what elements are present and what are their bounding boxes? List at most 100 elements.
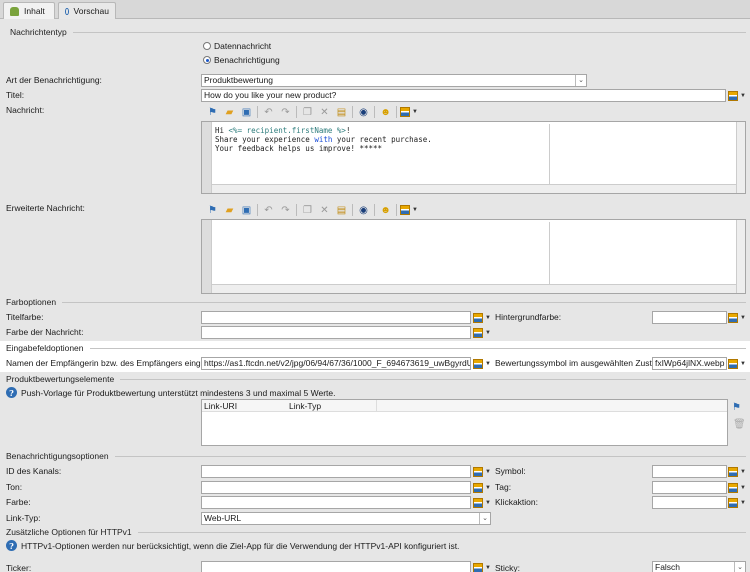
ticker-label: Ticker:: [6, 563, 32, 572]
sticky-select[interactable]: Falsch ⌄: [652, 561, 746, 572]
emoji-icon[interactable]: ☻: [377, 202, 394, 218]
android-icon: [10, 6, 19, 16]
bewertungssymbol-input[interactable]: fxIWp64jlNX.webp: [652, 357, 727, 370]
delete-icon[interactable]: 🗑: [733, 419, 746, 430]
toolbar-separator: [257, 204, 258, 216]
toolbar-separator: [296, 204, 297, 216]
expression-editor-icon[interactable]: ▼: [728, 481, 748, 494]
info-icon: ?: [6, 387, 17, 398]
redo-icon[interactable]: ↷: [277, 202, 294, 218]
expression-editor-icon[interactable]: ▼: [473, 326, 493, 339]
linktyp-select[interactable]: Web-URL ⌄: [201, 512, 491, 525]
linktyp-label: Link-Typ:: [6, 513, 41, 523]
undo-icon[interactable]: ↶: [260, 202, 277, 218]
expression-editor-icon[interactable]: ▼: [728, 311, 748, 324]
expression-editor-icon[interactable]: ▼: [473, 357, 493, 370]
radio-benachrichtigung[interactable]: Benachrichtigung: [203, 55, 280, 65]
empfaenger-label: Namen der Empfängerin bzw. des Empfänger…: [6, 358, 222, 368]
paste-icon[interactable]: ▤: [333, 104, 350, 120]
klickaktion-label: Klickaktion:: [495, 497, 538, 507]
message-code[interactable]: Hi <%= recipient.firstName %>! Share you…: [215, 126, 432, 153]
link-table[interactable]: Link-URI Link-Typ: [201, 399, 728, 446]
titel-input[interactable]: How do you like your new product?: [201, 89, 726, 102]
find-icon[interactable]: ◉: [355, 202, 372, 218]
editor-margin-line: [549, 124, 550, 184]
tab-vorschau[interactable]: Vorschau: [58, 2, 116, 19]
personalization-icon[interactable]: ⚑: [204, 104, 221, 120]
personalization-icon[interactable]: ⚑: [204, 202, 221, 218]
erweitert-editor[interactable]: [201, 219, 746, 294]
expression-editor-icon[interactable]: ▼: [728, 357, 748, 370]
toolbar-separator: [374, 106, 375, 118]
copy-icon[interactable]: ❐: [299, 104, 316, 120]
ton-input[interactable]: [201, 481, 471, 494]
toolbar-separator: [296, 106, 297, 118]
paste-icon[interactable]: ▤: [333, 202, 350, 218]
table-header: Link-URI Link-Typ: [202, 400, 727, 412]
expression-editor-icon[interactable]: ▼: [473, 311, 493, 324]
add-icon[interactable]: ⚑: [732, 402, 741, 413]
expression-editor-icon[interactable]: ▼: [473, 481, 493, 494]
titelfarbe-input[interactable]: [201, 311, 471, 324]
expression-editor-icon[interactable]: ▼: [473, 496, 493, 509]
ton-label: Ton:: [6, 482, 23, 492]
find-icon[interactable]: ◉: [355, 104, 372, 120]
radio-circle-checked[interactable]: [203, 56, 211, 64]
section-produktbewertungselemente: Produktbewertungselemente: [6, 374, 746, 384]
farbe-input[interactable]: [201, 496, 471, 509]
expression-editor-icon[interactable]: ▼: [399, 104, 419, 120]
kanal-input[interactable]: [201, 465, 471, 478]
cut-icon[interactable]: ✕: [316, 104, 333, 120]
sticky-label: Sticky:: [495, 563, 521, 572]
expression-editor-icon[interactable]: ▼: [399, 202, 419, 218]
hintergrundfarbe-label: Hintergrundfarbe:: [495, 312, 562, 322]
erweitert-toolbar: ⚑ ▰ ▣ ↶ ↷ ❐ ✕ ▤ ◉ ☻ ▼: [204, 202, 419, 218]
nachricht-label: Nachricht:: [6, 105, 45, 115]
symbol-input[interactable]: [652, 465, 727, 478]
editor-gutter: [202, 220, 212, 293]
expression-editor-icon[interactable]: ▼: [728, 465, 748, 478]
open-folder-icon[interactable]: ▰: [221, 202, 238, 218]
art-select[interactable]: Produktbewertung ⌄: [201, 74, 587, 87]
http-info: ? HTTPv1-Optionen werden nur berücksicht…: [6, 540, 459, 551]
redo-icon[interactable]: ↷: [277, 104, 294, 120]
save-icon[interactable]: ▣: [238, 104, 255, 120]
emoji-icon[interactable]: ☻: [377, 104, 394, 120]
expression-editor-icon[interactable]: ▼: [473, 561, 493, 572]
tag-input[interactable]: [652, 481, 727, 494]
radio-circle[interactable]: [203, 42, 211, 50]
save-icon[interactable]: ▣: [238, 202, 255, 218]
expression-editor-icon[interactable]: ▼: [473, 465, 493, 478]
farbe-nachricht-input[interactable]: [201, 326, 471, 339]
bewertungssymbol-label: Bewertungssymbol im ausgewählten Zustand…: [495, 358, 669, 368]
horizontal-scrollbar[interactable]: [212, 284, 736, 293]
vertical-scrollbar[interactable]: [736, 220, 745, 293]
chevron-down-icon[interactable]: ⌄: [734, 562, 745, 572]
erweitert-label: Erweiterte Nachricht:: [6, 203, 85, 213]
tab-inhalt[interactable]: Inhalt: [3, 2, 55, 19]
section-nachrichtentyp: Nachrichtentyp: [10, 27, 746, 37]
section-http: Zusätzliche Optionen für HTTPv1: [6, 527, 746, 537]
open-folder-icon[interactable]: ▰: [221, 104, 238, 120]
chevron-down-icon[interactable]: ⌄: [479, 513, 490, 524]
nachricht-editor[interactable]: Hi <%= recipient.firstName %>! Share you…: [201, 121, 746, 194]
eye-icon: [65, 7, 69, 15]
radio-datennachricht[interactable]: Datennachricht: [203, 41, 271, 51]
copy-icon[interactable]: ❐: [299, 202, 316, 218]
art-label: Art der Benachrichtigung:: [6, 75, 102, 85]
expression-editor-icon[interactable]: ▼: [728, 496, 748, 509]
vertical-scrollbar[interactable]: [736, 122, 745, 193]
ticker-input[interactable]: [201, 561, 471, 572]
toolbar-separator: [396, 106, 397, 118]
cut-icon[interactable]: ✕: [316, 202, 333, 218]
horizontal-scrollbar[interactable]: [212, 184, 736, 193]
nachricht-toolbar: ⚑ ▰ ▣ ↶ ↷ ❐ ✕ ▤ ◉ ☻ ▼: [204, 104, 419, 120]
expression-editor-icon[interactable]: ▼: [728, 89, 748, 102]
klickaktion-input[interactable]: [652, 496, 727, 509]
section-benachrichtigungsoptionen: Benachrichtigungsoptionen: [6, 451, 746, 461]
hintergrundfarbe-input[interactable]: [652, 311, 727, 324]
chevron-down-icon[interactable]: ⌄: [575, 75, 586, 86]
undo-icon[interactable]: ↶: [260, 104, 277, 120]
empfaenger-input[interactable]: https://as1.ftcdn.net/v2/jpg/06/94/67/36…: [201, 357, 471, 370]
section-eingabefeldoptionen: Eingabefeldoptionen: [6, 343, 746, 353]
